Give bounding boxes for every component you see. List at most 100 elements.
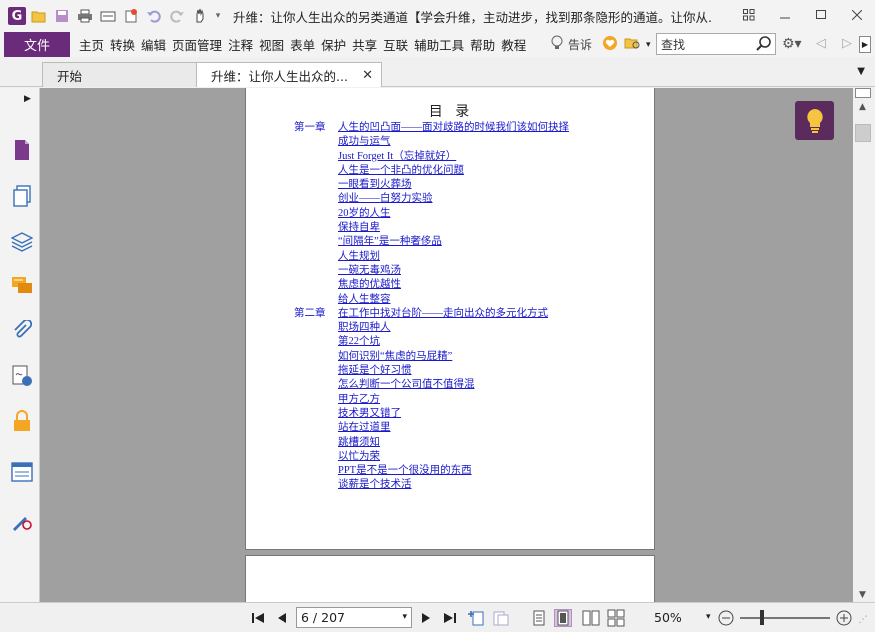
layers-icon[interactable] [10, 230, 34, 254]
menu-edit[interactable]: 编辑 [138, 35, 169, 54]
toc-entry[interactable]: 谈薪是个技术活 [294, 478, 569, 492]
close-window-icon[interactable] [839, 0, 875, 30]
toc-entry[interactable]: Just Forget It（忘掉就好） [294, 150, 569, 164]
zoom-level[interactable]: 50% [654, 610, 682, 625]
toc-entry[interactable]: 一眼看到火葬场 [294, 178, 569, 192]
toc-entry[interactable]: 甲方乙方 [294, 393, 569, 407]
toc-entry[interactable]: 技术男又错了 [294, 407, 569, 421]
menu-connect[interactable]: 互联 [380, 35, 411, 54]
menu-help[interactable]: 帮助 [467, 35, 498, 54]
lightbulb-tell-me-icon[interactable] [550, 35, 564, 54]
toc-entry[interactable]: 焦虑的优越性 [294, 278, 569, 292]
scroll-thumb[interactable] [855, 124, 871, 142]
maximize-icon[interactable] [803, 0, 839, 30]
new-icon[interactable] [121, 6, 141, 26]
ribbon-scroll-right-icon[interactable]: ▷ [842, 36, 852, 51]
expand-panel-icon[interactable]: ▶ [24, 94, 31, 104]
toc-entry[interactable]: 职场四种人 [294, 321, 569, 335]
menu-view[interactable]: 视图 [256, 35, 287, 54]
resize-grip-icon[interactable]: ⋰ [856, 613, 870, 627]
tools-icon[interactable] [10, 508, 34, 532]
ribbon-scroll-left-icon[interactable]: ◁ [816, 36, 826, 51]
tab-list-dropdown-icon[interactable]: ▼ [857, 66, 865, 77]
single-page-view-icon[interactable] [530, 609, 548, 627]
toc-entry[interactable]: 一碗无毒鸡汤 [294, 264, 569, 278]
menu-tutorial[interactable]: 教程 [498, 35, 529, 54]
toc-entry[interactable]: 保持自卑 [294, 221, 569, 235]
comments-icon[interactable] [10, 274, 34, 298]
first-page-icon[interactable] [249, 609, 267, 627]
menu-protect[interactable]: 保护 [318, 35, 349, 54]
document-viewer[interactable]: 目 录 第一章 人生的凹凸面——面对歧路的时候我们该如何抉择 成功与运气 Just… [40, 88, 853, 602]
toc-entry[interactable]: 人生规划 [294, 250, 569, 264]
form-fields-icon[interactable] [10, 460, 34, 484]
zoom-in-icon[interactable] [835, 609, 853, 627]
menu-share[interactable]: 共享 [349, 35, 380, 54]
ribbon-expand-icon[interactable]: ▶ [859, 36, 871, 53]
menu-comment[interactable]: 注释 [225, 35, 256, 54]
toc-entry[interactable]: 第一章 人生的凹凸面——面对歧路的时候我们该如何抉择 [294, 121, 569, 135]
scroll-up-icon[interactable]: ▲ [859, 102, 866, 112]
zoom-out-icon[interactable] [717, 609, 735, 627]
facing-view-icon[interactable] [582, 609, 600, 627]
file-menu-button[interactable]: 文件 [4, 32, 70, 57]
find-folder-icon[interactable] [624, 35, 642, 54]
toc-entry[interactable]: 20岁的人生 [294, 207, 569, 221]
toc-entry[interactable]: 人生是一个非凸的优化问题 [294, 164, 569, 178]
last-page-icon[interactable] [441, 609, 459, 627]
toc-entry[interactable]: 以忙为荣 [294, 450, 569, 464]
page-dropdown-icon[interactable]: ▾ [402, 608, 407, 627]
toc-entry[interactable]: 拖延是个好习惯 [294, 364, 569, 378]
menu-accessibility[interactable]: 辅助工具 [411, 35, 467, 54]
previous-page-icon[interactable] [273, 609, 291, 627]
attachments-icon[interactable] [10, 319, 34, 343]
find-dropdown-icon[interactable]: ▾ [646, 40, 651, 50]
vertical-scrollbar[interactable]: ▲ ▼ [853, 88, 875, 602]
app-logo-icon[interactable]: G [8, 7, 26, 25]
pages-icon[interactable] [10, 184, 34, 208]
ribbon-toggle-icon[interactable] [731, 0, 767, 30]
save-icon[interactable] [52, 6, 72, 26]
minimize-icon[interactable] [767, 0, 803, 30]
menu-home[interactable]: 主页 [76, 35, 107, 54]
toc-entry[interactable]: 如何识别“焦虑的马屁精” [294, 350, 569, 364]
signature-icon[interactable] [10, 364, 34, 388]
close-tab-icon[interactable]: ✕ [362, 68, 373, 83]
scan-icon[interactable] [98, 6, 118, 26]
toc-entry[interactable]: 第22个坑 [294, 335, 569, 349]
next-page-icon[interactable] [417, 609, 435, 627]
search-input[interactable]: 查找 [656, 33, 776, 55]
zoom-slider-thumb[interactable] [760, 610, 764, 625]
split-view-handle[interactable] [855, 88, 871, 98]
security-lock-icon[interactable] [10, 409, 34, 433]
tab-start[interactable]: 开始 [42, 62, 198, 87]
menu-organize[interactable]: 页面管理 [169, 35, 225, 54]
menu-form[interactable]: 表单 [287, 35, 318, 54]
toc-entry[interactable]: “间隔年”是一种奢侈品 [294, 235, 569, 249]
settings-gear-icon[interactable]: ⚙▾ [782, 36, 802, 52]
continuous-view-icon[interactable] [554, 609, 572, 627]
toc-entry[interactable]: 给人生整容 [294, 293, 569, 307]
toc-entry[interactable]: 成功与运气 [294, 135, 569, 149]
zoom-slider-track[interactable] [740, 617, 830, 619]
hand-tool-icon[interactable] [190, 6, 210, 26]
toc-entry[interactable]: 第二章 在工作中找对台阶——走向出众的多元化方式 [294, 307, 569, 321]
page-number-input[interactable]: 6 / 207 ▾ [296, 607, 412, 628]
toc-entry[interactable]: 创业——白努力实验 [294, 192, 569, 206]
zoom-dropdown-icon[interactable]: ▾ [706, 612, 711, 622]
continuous-facing-view-icon[interactable] [607, 609, 625, 627]
toc-entry[interactable]: PPT是不是一个很没用的东西 [294, 464, 569, 478]
next-view-icon[interactable] [492, 609, 510, 627]
menu-convert[interactable]: 转换 [107, 35, 138, 54]
toc-entry[interactable]: 跳槽须知 [294, 436, 569, 450]
smart-assistant-lightbulb-icon[interactable] [795, 101, 834, 140]
scroll-down-icon[interactable]: ▼ [859, 590, 866, 600]
heart-icon[interactable] [602, 35, 618, 54]
open-folder-icon[interactable] [29, 6, 49, 26]
toc-entry[interactable]: 站在过道里 [294, 421, 569, 435]
customize-dropdown-icon[interactable]: ▾ [213, 6, 223, 26]
search-icon[interactable] [755, 35, 773, 53]
previous-view-icon[interactable] [467, 609, 485, 627]
print-icon[interactable] [75, 6, 95, 26]
page-thumbnail-icon[interactable] [10, 138, 34, 162]
